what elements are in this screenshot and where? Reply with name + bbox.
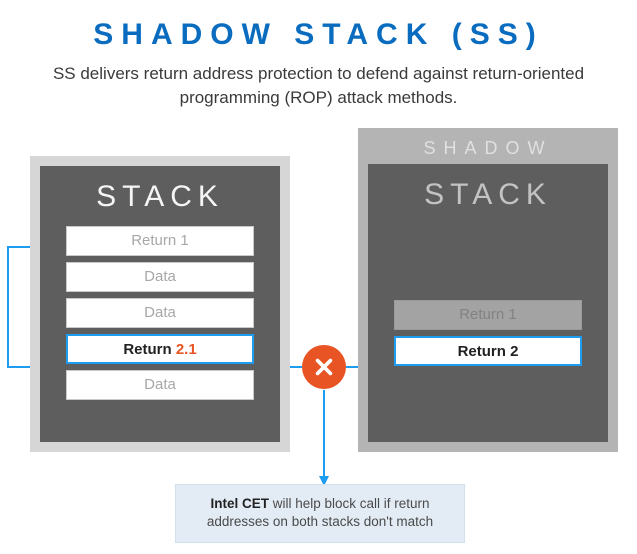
x-icon	[313, 356, 335, 378]
left-stack-outer: STACK Return 1 Data Data Return 2.1 Data	[30, 156, 290, 452]
right-row-return2: Return 2	[394, 336, 582, 366]
mismatch-x-icon	[302, 345, 346, 389]
shadow-label: SHADOW	[366, 136, 610, 165]
left-stack-inner: STACK Return 1 Data Data Return 2.1 Data	[40, 166, 280, 442]
page-title: SHADOW STACK (SS)	[0, 0, 637, 52]
page-subtitle: SS delivers return address protection to…	[0, 62, 637, 110]
right-row-return1: Return 1	[394, 300, 582, 330]
left-row-return21-red: 2.1	[176, 341, 197, 358]
diagram-area: STACK Return 1 Data Data Return 2.1 Data…	[0, 120, 637, 540]
left-row-data1: Data	[66, 262, 254, 292]
right-stack-outer: SHADOW STACK Return 1 Return 2	[358, 128, 618, 452]
left-row-data2: Data	[66, 298, 254, 328]
right-row-return2-prefix: Return	[458, 343, 511, 360]
left-row-return21: Return 2.1	[66, 334, 254, 364]
left-row-return21-prefix: Return	[123, 341, 176, 358]
callout-box: Intel CET will help block call if return…	[175, 484, 465, 544]
left-row-return1: Return 1	[66, 226, 254, 256]
left-row-data3: Data	[66, 370, 254, 400]
right-row-return2-bold: 2	[510, 343, 518, 360]
callout-bold: Intel CET	[210, 496, 269, 511]
right-stack-label: STACK	[392, 178, 584, 212]
shadow-spacer	[392, 224, 584, 300]
left-stack-label: STACK	[64, 180, 256, 214]
right-stack-inner: STACK Return 1 Return 2	[368, 164, 608, 442]
